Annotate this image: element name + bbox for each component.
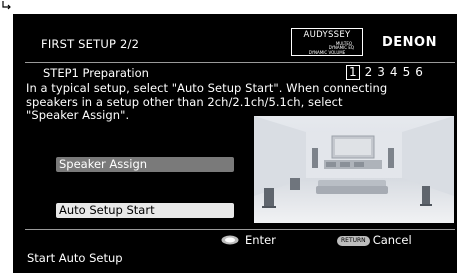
cancel-hint: RETURN Cancel [337,233,412,247]
audyssey-logo: AUDYSSEY MULTEQ DYNAMIC EQ DYNAMIC VOLUM… [291,28,363,56]
header-divider [25,62,455,63]
step-number: 1 [346,65,360,80]
step-number: 4 [389,65,398,79]
step-number: 5 [402,65,411,79]
brand-logo: DENON [382,35,437,50]
step-indicator: 123456 [346,65,428,80]
instruction-line: speakers in a setup other than 2ch/2.1ch… [26,94,343,109]
step-number: 2 [364,65,373,79]
instruction-line: In a typical setup, select "Auto Setup S… [26,81,388,95]
enter-hint: Enter [221,233,276,248]
return-button-icon: RETURN [337,235,370,246]
enter-label: Enter [245,233,276,247]
screenshot-frame: FIRST SETUP 2/2 AUDYSSEY MULTEQ DYNAMIC … [0,0,457,273]
cancel-label: Cancel [372,233,412,247]
step-number: 3 [377,65,385,79]
status-text: Start Auto Setup [27,251,123,265]
footer-divider [25,229,455,230]
enter-button-icon [221,234,239,248]
speaker-setup-illustration [254,116,454,223]
speaker-assign-button[interactable]: Speaker Assign [56,157,234,172]
setup-screen: FIRST SETUP 2/2 AUDYSSEY MULTEQ DYNAMIC … [13,14,457,273]
corner-mark-icon [0,0,14,10]
header-bar: FIRST SETUP 2/2 AUDYSSEY MULTEQ DYNAMIC … [13,14,457,61]
page-title: FIRST SETUP 2/2 [41,37,140,51]
step-number: 6 [415,65,423,79]
auto-setup-start-button[interactable]: Auto Setup Start [56,203,234,218]
step-label: STEP1 Preparation [43,66,149,80]
